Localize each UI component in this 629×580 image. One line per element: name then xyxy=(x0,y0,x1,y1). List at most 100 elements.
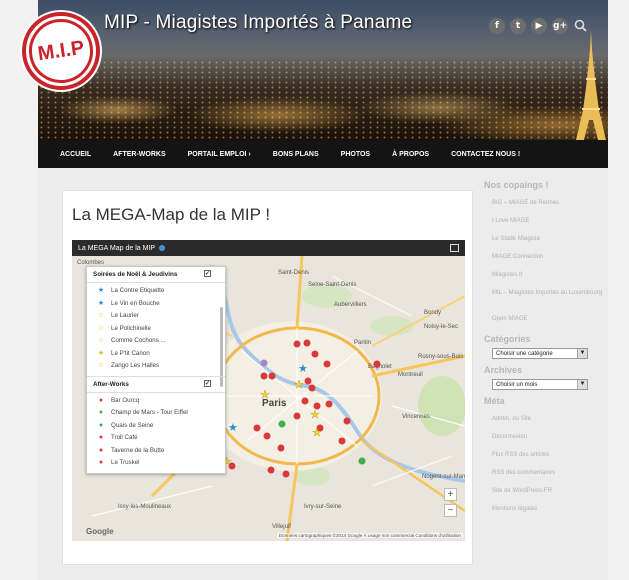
layer-item-label: Taverne de la Butte xyxy=(111,446,165,454)
googleplus-icon[interactable]: g+ xyxy=(552,18,568,34)
yellow-star-icon: ☆ xyxy=(97,312,105,319)
sidebar-link[interactable]: MIL – Miagistes Importés au Luxembourg xyxy=(484,284,608,310)
layer-checkbox[interactable]: ✓ xyxy=(204,270,211,277)
map-marker[interactable]: ★ xyxy=(298,363,308,375)
layer-section-title: Soirées de Noël & Jeudivins xyxy=(93,271,178,278)
chevron-down-icon: ▼ xyxy=(577,349,587,358)
red-dot-icon: ● xyxy=(98,396,104,404)
map-attribution[interactable]: Données cartographiques ©2014 Google À u… xyxy=(276,533,463,538)
yellow-star-icon: ☆ xyxy=(97,337,105,344)
sidebar-link[interactable]: Le Stade Miagiste xyxy=(484,230,608,248)
map-marker[interactable]: ★ xyxy=(294,379,304,391)
map-marker[interactable]: ★ xyxy=(228,422,238,434)
map-marker[interactable] xyxy=(268,372,276,380)
nav-item-a-propos[interactable]: À PROPOS xyxy=(381,151,440,158)
sidebar-heading: Nos copaings ! xyxy=(484,180,549,190)
sidebar-link[interactable]: Site de WordPress-FR xyxy=(484,482,608,500)
green-dot-icon: ● xyxy=(98,421,104,429)
sidebar-link[interactable]: Open MIAGE xyxy=(484,310,608,328)
nav-item-bons-plans[interactable]: BONS PLANS xyxy=(262,151,330,158)
zoom-out-button[interactable]: − xyxy=(444,504,457,517)
nav-item-accueil[interactable]: ACCUEIL xyxy=(38,151,102,158)
map-marker[interactable] xyxy=(311,350,319,358)
layer-item-label: Le P'tit Canon xyxy=(111,349,150,357)
zoom-in-button[interactable]: + xyxy=(444,488,457,501)
map-marker[interactable] xyxy=(303,339,311,347)
map-marker[interactable] xyxy=(278,420,286,428)
layer-item[interactable]: ☆ Zango Les Halles xyxy=(87,360,225,373)
sidebar-section-categories: Catégories Choisir une catégorie ▼ xyxy=(484,334,608,359)
youtube-icon[interactable]: ▶ xyxy=(531,18,547,34)
layer-item[interactable]: ☆ Le Laurier xyxy=(87,310,225,323)
map-marker[interactable] xyxy=(260,372,268,380)
map-marker[interactable] xyxy=(293,340,301,348)
layer-item[interactable]: ★ Le P'tit Canon xyxy=(87,348,225,361)
map-marker[interactable] xyxy=(282,470,290,478)
layer-item[interactable]: ● Taverne de la Butte xyxy=(87,445,225,458)
map-label-vincennes: Vincennes xyxy=(402,414,430,420)
map-marker[interactable] xyxy=(304,377,312,385)
layer-section-header[interactable]: Soirées de Noël & Jeudivins ✓ xyxy=(87,267,225,283)
map-marker[interactable] xyxy=(323,360,331,368)
fullscreen-icon[interactable] xyxy=(450,244,459,252)
layer-item-label: Le Polichinelle xyxy=(111,324,151,332)
sidebar-link[interactable]: RSS des commentaires xyxy=(484,464,608,482)
layer-item[interactable]: ● Le Truskel xyxy=(87,457,225,470)
layer-item[interactable]: ● Troll Café xyxy=(87,432,225,445)
layer-item[interactable]: ☆ Comme Cochons ... xyxy=(87,335,225,348)
map-marker[interactable] xyxy=(267,466,275,474)
map-marker[interactable] xyxy=(253,424,261,432)
category-select[interactable]: Choisir une catégorie ▼ xyxy=(492,348,588,359)
archive-select[interactable]: Choisir un mois ▼ xyxy=(492,379,588,390)
map-marker[interactable] xyxy=(260,359,268,367)
map-label-montreuil: Montreuil xyxy=(398,372,423,378)
site-logo[interactable]: M.I.P xyxy=(22,12,100,90)
sidebar-link[interactable]: Déconnexion xyxy=(484,428,608,446)
nav-item-contact[interactable]: CONTACTEZ NOUS ! xyxy=(440,151,531,158)
layer-item[interactable]: ☆ Le Polichinelle xyxy=(87,323,225,336)
sidebar-link[interactable]: I Love MIAGE xyxy=(484,212,608,230)
sidebar-link[interactable]: MIAGE Connection xyxy=(484,248,608,266)
sidebar-link[interactable]: Admin. du Site xyxy=(484,410,608,428)
map-marker[interactable] xyxy=(293,412,301,420)
layer-item[interactable]: ★ Le Vin en Bouche xyxy=(87,298,225,311)
search-icon[interactable] xyxy=(573,18,589,34)
map-marker[interactable] xyxy=(301,397,309,405)
sidebar-link[interactable]: Mentions légales xyxy=(484,500,608,518)
info-icon[interactable] xyxy=(159,245,166,251)
map-marker[interactable]: ★ xyxy=(310,409,320,421)
nav-item-portail-emploi[interactable]: PORTAIL EMPLOI › xyxy=(177,151,262,158)
map-marker[interactable] xyxy=(325,400,333,408)
map-marker[interactable] xyxy=(373,360,381,368)
map-header: La MEGA Map de la MIP xyxy=(72,240,465,256)
embedded-map[interactable]: Colombes Paris Seine-Saint-Denis Saint-D… xyxy=(72,240,465,541)
map-marker[interactable]: ★ xyxy=(312,427,322,439)
category-select-value: Choisir une catégorie xyxy=(496,350,553,357)
layer-item-label: Le Vin en Bouche xyxy=(111,299,160,307)
map-marker[interactable] xyxy=(358,457,366,465)
site-title[interactable]: MIP - Miagistes Importés à Paname xyxy=(104,12,412,34)
layer-item[interactable]: ● Bar Ourcq xyxy=(87,395,225,408)
map-marker[interactable] xyxy=(338,437,346,445)
layer-item[interactable]: ★ La Contre Etiquette xyxy=(87,285,225,298)
layer-item[interactable]: ● Quais de Seine xyxy=(87,420,225,433)
map-marker[interactable] xyxy=(277,444,285,452)
nav-item-after-works[interactable]: AFTER-WORKS xyxy=(102,151,177,158)
sidebar: Nos copaings ! BIG – MIAGE de Rennes I L… xyxy=(484,180,608,524)
red-dot-icon: ● xyxy=(98,459,104,466)
map-label-saint-denis: Saint-Denis xyxy=(278,270,309,276)
layer-section-header[interactable]: After-Works ✓ xyxy=(87,375,225,393)
sidebar-link[interactable]: Miagistes.fr xyxy=(484,266,608,284)
sidebar-link[interactable]: BIG – MIAGE de Rennes xyxy=(484,194,608,212)
map-marker[interactable]: ★ xyxy=(260,389,270,401)
twitter-icon[interactable]: t xyxy=(510,18,526,34)
map-marker[interactable] xyxy=(263,432,271,440)
facebook-icon[interactable]: f xyxy=(489,18,505,34)
sidebar-link[interactable]: Flux RSS des articles xyxy=(484,446,608,464)
map-marker[interactable] xyxy=(343,417,351,425)
layer-checkbox[interactable]: ✓ xyxy=(204,379,211,387)
layer-item[interactable]: ● Champ de Mars - Tour Eiffel xyxy=(87,407,225,420)
nav-item-photos[interactable]: PHOTOS xyxy=(330,151,381,158)
map-marker[interactable] xyxy=(308,384,316,392)
main-navigation: ACCUEIL AFTER-WORKS PORTAIL EMPLOI › BON… xyxy=(38,140,608,168)
